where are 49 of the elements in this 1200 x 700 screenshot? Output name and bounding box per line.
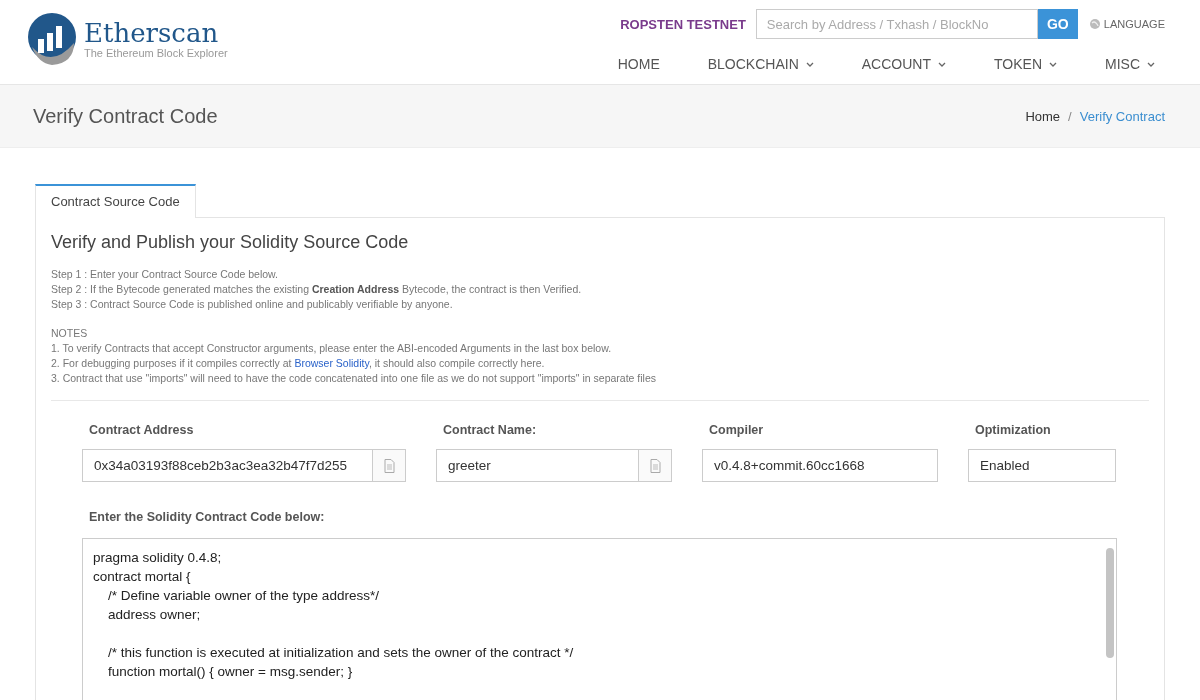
step-text: Step 1 : Enter your Contract Source Code below. xyxy=(51,267,280,282)
code-editor[interactable] xyxy=(82,538,1117,700)
document-button[interactable] xyxy=(639,449,672,482)
field-label: Contract Address xyxy=(88,423,195,437)
field-label: Optimization xyxy=(974,423,1052,437)
search-field[interactable]: Search by Address / Txhash / BlockNo xyxy=(755,9,1038,39)
input-field[interactable]: greeter xyxy=(436,449,639,482)
notes-title: NOTES xyxy=(51,326,89,341)
breadcrumb-link[interactable]: Home xyxy=(1025,108,1061,124)
network-label: ROPSTEN TESTNET xyxy=(620,16,746,32)
section-heading: Verify and Publish your Solidity Source Code xyxy=(51,232,410,253)
breadcrumb-separator: / xyxy=(1068,108,1072,124)
code-line: /* this function is executed at initialization and sets the owner of the contract */ xyxy=(107,644,574,662)
note-text: 1. To verify Contracts that accept Constructor arguments, please enter the ABI-encoded Arguments in the last box below. xyxy=(51,341,613,356)
field-label: Compiler xyxy=(708,423,765,437)
field-label: Contract Name: xyxy=(442,423,538,437)
nav-item[interactable]: HOME xyxy=(593,50,684,78)
nav-item[interactable]: TOKEN xyxy=(970,50,1081,78)
nav-item[interactable]: MISC xyxy=(1081,50,1179,78)
code-line: pragma solidity 0.4.8; xyxy=(93,549,223,567)
input-field[interactable]: v0.4.8+commit.60cc1668 xyxy=(702,449,938,482)
nav-item[interactable]: ACCOUNT xyxy=(837,50,970,78)
caret-icon xyxy=(1049,61,1057,67)
note-text: 3. Contract that use "imports" will need to have the code concatenated into one file as we do not support "imports" in separate files xyxy=(51,371,657,386)
document-icon xyxy=(649,458,661,473)
caret-icon xyxy=(1147,61,1155,67)
browser-solidity-link[interactable]: Browser Solidity xyxy=(294,357,369,369)
step-text: Step 2 : If the Bytecode generated matches the existing Creation Address Bytecode, the contract is then Verified. xyxy=(51,282,583,297)
page-title: Verify Contract Code xyxy=(33,104,218,128)
code-line: function mortal() { owner = msg.sender; } xyxy=(107,663,354,681)
logo-name: Etherscan xyxy=(84,19,220,47)
step-text: Step 3 : Contract Source Code is published online and publicably verifiable by anyone. xyxy=(51,297,454,312)
caret-icon xyxy=(805,61,814,67)
document-icon xyxy=(383,458,395,473)
globe-icon xyxy=(1089,19,1100,29)
field-label: Enter the Solidity Contract Code below: xyxy=(88,510,326,524)
nav-item[interactable]: BLOCKCHAIN xyxy=(683,50,838,78)
document-button[interactable] xyxy=(373,449,406,482)
logo-tagline: The Ethereum Block Explorer xyxy=(84,47,228,59)
tab[interactable]: Contract Source Code xyxy=(35,184,196,218)
input-field[interactable]: 0x34a03193f88ceb2b3ac3ea32b47f7d255 xyxy=(82,449,373,482)
input-field[interactable]: Enabled xyxy=(968,449,1116,482)
code-line: /* Define variable owner of the type address*/ xyxy=(107,587,380,605)
scrollbar-thumb[interactable] xyxy=(1106,548,1114,658)
code-line: contract mortal { xyxy=(93,568,192,586)
code-line: address owner; xyxy=(107,606,202,624)
language-link[interactable]: LANGUAGE xyxy=(1089,18,1165,30)
caret-icon xyxy=(938,61,946,67)
note-text: 2. For debugging purposes if it compiles correctly at Browser Solidity, it should also compile correctly here. xyxy=(51,356,546,371)
